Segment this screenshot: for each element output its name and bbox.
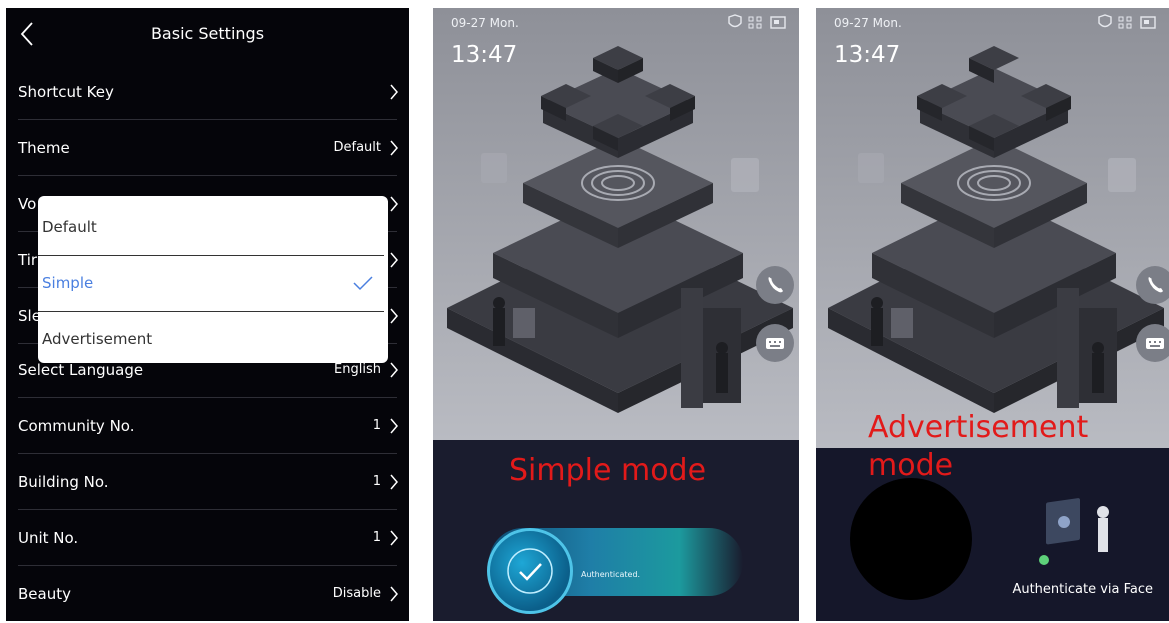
network-icon [1118, 16, 1132, 29]
chevron-right-icon [390, 418, 398, 434]
row-label: Unit No. [18, 529, 79, 547]
theme-option-advertisement[interactable]: Advertisement [38, 312, 388, 363]
row-value: 1 [372, 530, 381, 545]
row-value: Disable [332, 586, 381, 601]
time-display: 13:47 [834, 42, 901, 68]
status-icons [728, 14, 786, 29]
auth-status-text: Authenticated. [581, 570, 641, 579]
page-title: Basic Settings [150, 24, 265, 43]
date-display: 09-27 Mon. [834, 16, 902, 30]
theme-option-default[interactable]: Default [38, 200, 388, 255]
building-illustration [433, 8, 799, 440]
settings-row-unit-no[interactable]: Unit No. 1 [6, 510, 409, 566]
option-label: Default [42, 218, 97, 236]
row-label: Theme [18, 139, 70, 157]
advertisement-mode-screen: 09-27 Mon. 13:47 Advertisement mode Auth… [816, 8, 1169, 621]
basic-settings-screen: Basic Settings Shortcut Key Theme Defaul… [6, 8, 409, 621]
chevron-right-icon [390, 252, 398, 268]
keyboard-icon [766, 338, 784, 349]
chevron-right-icon [390, 586, 398, 602]
time-display: 13:47 [451, 42, 518, 68]
settings-header: Basic Settings [6, 8, 409, 60]
back-arrow-icon[interactable] [16, 20, 40, 48]
simple-mode-caption: Simple mode [509, 453, 707, 488]
call-button[interactable] [756, 266, 794, 304]
option-label: Advertisement [42, 330, 153, 348]
checkmark-icon [353, 276, 373, 291]
settings-row-community-no[interactable]: Community No. 1 [6, 398, 409, 454]
row-value: 1 [372, 474, 381, 489]
keyboard-button[interactable] [1136, 324, 1169, 362]
row-value: Default [333, 140, 382, 155]
auth-success-badge [487, 528, 573, 614]
settings-row-building-no[interactable]: Building No. 1 [6, 454, 409, 510]
phone-icon [1148, 277, 1163, 293]
checkmark-icon [507, 548, 553, 594]
card-icon [1140, 16, 1156, 29]
date-display: 09-27 Mon. [451, 16, 519, 30]
settings-row-beauty[interactable]: Beauty Disable [6, 566, 409, 621]
face-auth-text: Authenticate via Face [1012, 582, 1153, 597]
shield-icon [1098, 14, 1112, 28]
network-icon [748, 16, 762, 29]
card-icon [770, 16, 786, 29]
row-label: Shortcut Key [18, 83, 114, 101]
status-icons [1098, 14, 1156, 29]
simple-mode-screen: 09-27 Mon. 13:47 Simple mode Authenticat… [433, 8, 799, 621]
keyboard-icon [1146, 338, 1164, 349]
chevron-right-icon [390, 530, 398, 546]
row-label: Building No. [18, 473, 109, 491]
face-auth-illustration [1039, 498, 1109, 565]
settings-row-theme[interactable]: Theme Default [6, 120, 409, 176]
call-button[interactable] [1136, 266, 1169, 304]
keyboard-button[interactable] [756, 324, 794, 362]
option-label: Simple [42, 274, 94, 292]
chevron-right-icon [390, 362, 398, 378]
theme-option-simple[interactable]: Simple [38, 256, 388, 311]
row-label: Vo [18, 195, 37, 213]
chevron-right-icon [390, 474, 398, 490]
chevron-right-icon [390, 196, 398, 212]
row-label: Community No. [18, 417, 135, 435]
building-illustration [816, 8, 1169, 448]
row-label: Tir [18, 251, 38, 269]
face-capture-area [850, 478, 972, 600]
row-label: Beauty [18, 585, 71, 603]
chevron-right-icon [390, 140, 398, 156]
advertisement-caption-line1: Advertisement [868, 410, 1089, 445]
chevron-right-icon [390, 84, 398, 100]
chevron-right-icon [390, 308, 398, 324]
theme-options-popup: Default Simple Advertisement [38, 196, 388, 363]
row-value: 1 [372, 418, 381, 433]
shield-icon [728, 14, 742, 28]
phone-icon [768, 277, 783, 293]
settings-row-shortcut-key[interactable]: Shortcut Key [6, 64, 409, 120]
